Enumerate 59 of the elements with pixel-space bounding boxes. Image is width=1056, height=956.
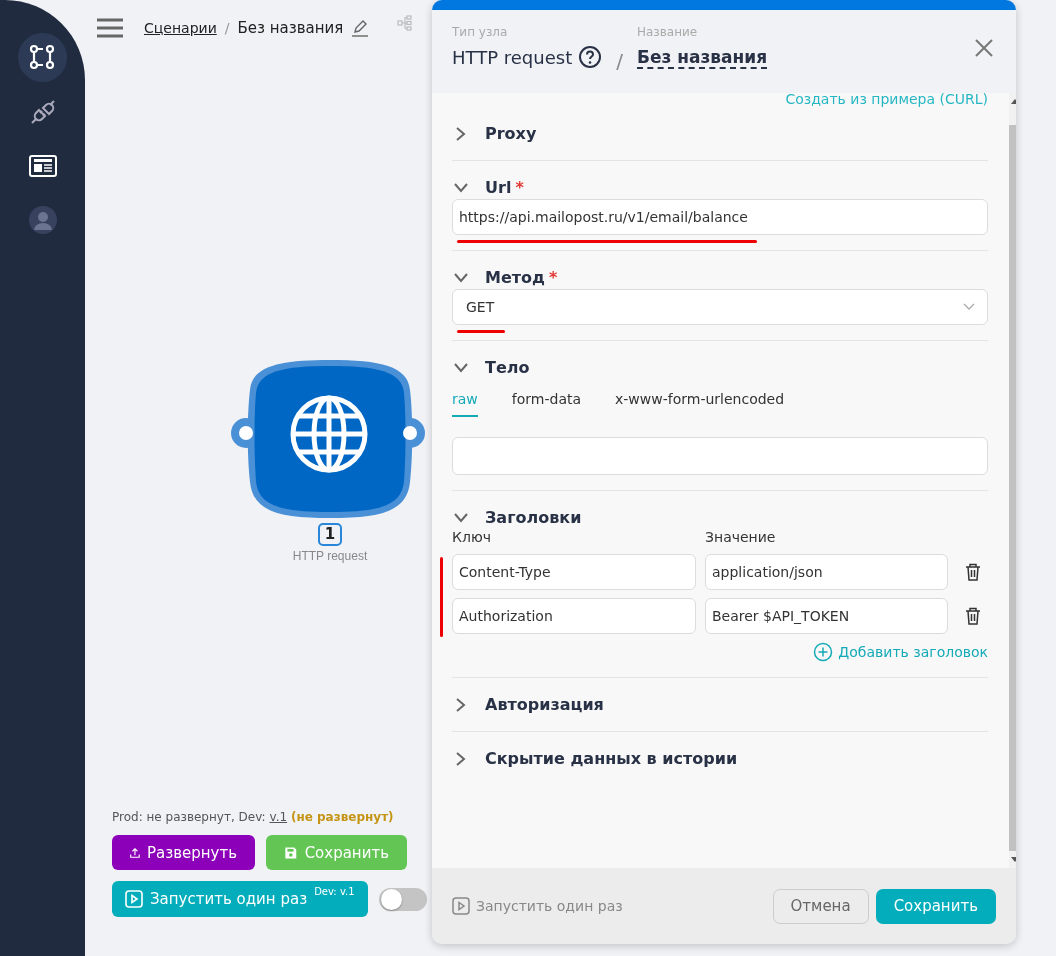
body-type-tab[interactable]: x-www-form-urlencoded [615,383,785,417]
pencil-icon [351,19,370,37]
section-header[interactable]: Авторизация [452,678,604,716]
node-name-label: Название [636,25,699,39]
avatar-icon [28,205,57,234]
chevron-icon [455,125,467,142]
newspaper-icon [28,153,57,178]
section-header[interactable]: Proxy [452,107,537,145]
body-type-tab[interactable]: form-data [511,383,582,417]
chevron-icon [453,271,469,284]
section-header[interactable]: Url * [452,161,524,199]
plus-circle-icon [813,642,834,662]
key-column-label: Ключ [452,529,492,545]
title-separator: / [616,49,623,73]
play-icon [125,890,143,908]
section-header[interactable]: Тело [452,341,530,379]
toggle-switch[interactable] [378,887,427,911]
header-value-field[interactable]: application/json [705,554,948,590]
section-header[interactable]: Метод * [452,251,558,289]
scenario-title: Без названия [237,19,344,37]
chevron-icon [453,361,469,374]
method-dropdown[interactable]: GET [452,289,988,325]
menu-icon [96,18,124,38]
breadcrumb-link[interactable]: Сценарии [144,20,217,36]
edit-button[interactable] [351,19,370,37]
header-key-field[interactable]: Content-Type [452,554,696,590]
node-name[interactable]: Без названия [636,47,768,69]
chevron-icon [455,696,467,713]
body-field[interactable] [452,437,988,475]
version-link[interactable]: v.1 [269,810,288,824]
play-icon [452,897,470,915]
url-field[interactable]: https://api.mailopost.ru/v1/email/balance [452,199,988,235]
help-button[interactable] [578,45,603,69]
deploy-status: Prod: не развернут, Dev: v.1 (не развернут) [112,810,395,824]
section-header[interactable]: Скрытие данных в истории [452,732,738,770]
help-icon [578,45,603,69]
value-column-label: Значение [705,529,777,545]
chevron-icon [453,181,469,194]
upload-icon [130,845,140,860]
header-value-field[interactable]: Bearer $API_TOKEN [705,598,948,634]
chevron-icon [455,750,467,767]
deploy-button[interactable]: Развернуть [112,835,255,870]
node-number-badge: 1 [317,523,343,546]
nodes-icon [28,43,57,72]
close-button[interactable] [974,38,994,58]
breadcrumb-separator: / [224,20,230,36]
menu-button[interactable] [96,18,124,38]
chevron-icon [453,511,469,524]
trash-icon [964,607,981,625]
node-type-label: Тип узла [452,25,509,39]
node-label: HTTP request [292,549,368,563]
header-key-field[interactable]: Authorization [452,598,696,634]
section-header[interactable]: Заголовки [452,491,582,529]
cancel-button[interactable]: Отмена [772,888,869,924]
annotation-underline [457,330,505,333]
node-type: HTTP request [452,46,573,68]
trash-icon [964,563,981,581]
close-icon [974,38,994,58]
sidebar-item[interactable] [18,33,67,82]
